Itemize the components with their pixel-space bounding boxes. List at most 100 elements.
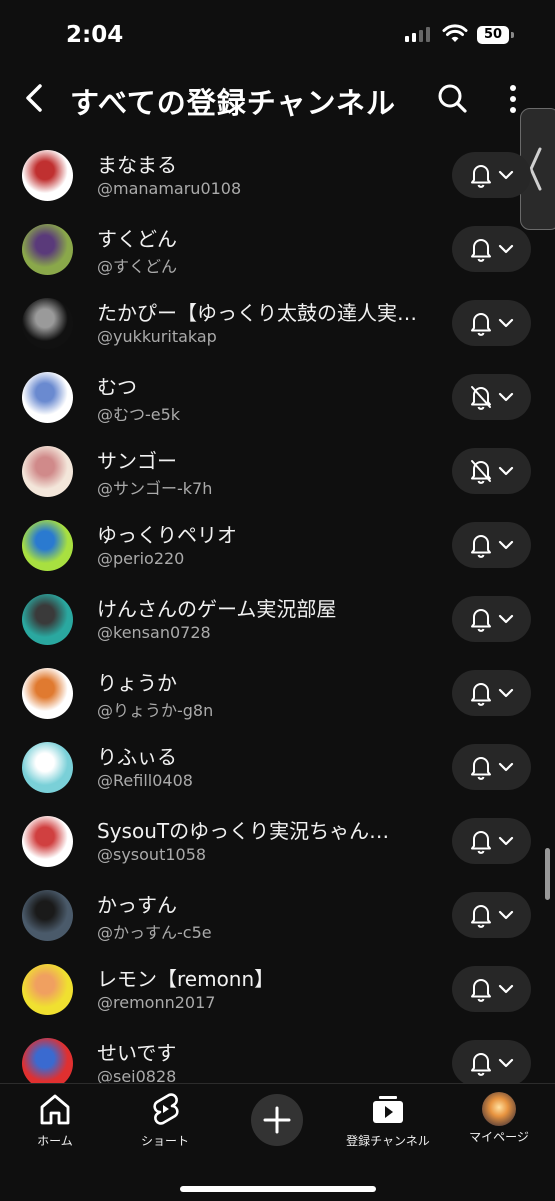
chevron-down-icon xyxy=(498,984,513,994)
battery-indicator: 50 xyxy=(477,26,514,44)
channel-handle: @yukkuritakap xyxy=(97,327,217,346)
chevron-down-icon xyxy=(498,392,513,402)
channel-row[interactable]: サンゴー @サンゴー-k7h xyxy=(0,434,555,508)
bell-icon xyxy=(470,905,491,928)
subscriptions-icon xyxy=(373,1096,403,1123)
channel-avatar[interactable] xyxy=(22,372,73,423)
notification-settings-button[interactable] xyxy=(452,1040,531,1083)
channel-row[interactable]: たかぴー【ゆっくり太鼓の達人実… @yukkuritakap xyxy=(0,286,555,360)
notification-settings-button[interactable] xyxy=(452,152,531,198)
channel-name: まなまる xyxy=(97,153,177,177)
chevron-down-icon xyxy=(498,318,513,328)
more-options-icon[interactable] xyxy=(506,84,520,114)
plus-icon xyxy=(263,1106,291,1134)
channel-avatar[interactable] xyxy=(22,520,73,571)
wifi-icon xyxy=(442,24,468,42)
channel-handle: @sysout1058 xyxy=(97,845,207,864)
bell-icon xyxy=(470,831,491,854)
channel-avatar[interactable] xyxy=(22,668,73,719)
nav-mypage[interactable]: マイページ xyxy=(449,1092,549,1145)
bell-icon xyxy=(470,165,491,188)
channel-avatar[interactable] xyxy=(22,150,73,201)
bell-icon xyxy=(470,683,491,706)
back-icon[interactable] xyxy=(20,82,48,114)
channel-name: レモン【remonn】 xyxy=(97,967,275,991)
channel-avatar[interactable] xyxy=(22,742,73,793)
channel-avatar[interactable] xyxy=(22,594,73,645)
channel-row[interactable]: すくどん @すくどん xyxy=(0,212,555,286)
notification-settings-button[interactable] xyxy=(452,744,531,790)
channel-handle: @kensan0728 xyxy=(97,623,211,642)
channel-name: ゆっくりペリオ xyxy=(97,523,237,547)
channel-name: りふぃる xyxy=(97,745,177,769)
chevron-down-icon xyxy=(498,540,513,550)
bell-icon xyxy=(470,313,491,336)
channel-row[interactable]: かっすん @かっすん-c5e xyxy=(0,878,555,952)
channel-name: りょうか xyxy=(97,671,177,695)
channel-handle: @sei0828 xyxy=(97,1067,177,1083)
bell-icon xyxy=(470,757,491,780)
channel-avatar[interactable] xyxy=(22,298,73,349)
nav-shorts[interactable]: ショート xyxy=(115,1092,215,1149)
notification-settings-button[interactable] xyxy=(452,670,531,716)
channel-handle: @すくどん xyxy=(97,257,178,276)
chevron-down-icon xyxy=(498,614,513,624)
channel-row[interactable]: せいです @sei0828 xyxy=(0,1026,555,1083)
notification-settings-button[interactable] xyxy=(452,596,531,642)
channel-avatar[interactable] xyxy=(22,816,73,867)
channel-row[interactable]: レモン【remonn】 @remonn2017 xyxy=(0,952,555,1026)
bottom-navigation: ホーム ショート 登録チャンネル マイページ xyxy=(0,1083,555,1201)
channel-row[interactable]: りょうか @りょうか-g8n xyxy=(0,656,555,730)
bell-icon xyxy=(470,239,491,262)
channel-name: かっすん xyxy=(97,893,177,917)
notification-settings-button[interactable] xyxy=(452,226,531,272)
channel-handle: @perio220 xyxy=(97,549,185,568)
channel-row[interactable]: けんさんのゲーム実況部屋 @kensan0728 xyxy=(0,582,555,656)
bell-icon xyxy=(470,1053,491,1076)
channel-avatar[interactable] xyxy=(22,224,73,275)
channel-avatar[interactable] xyxy=(22,446,73,497)
home-icon xyxy=(40,1094,70,1125)
channel-avatar[interactable] xyxy=(22,1038,73,1083)
chevron-down-icon xyxy=(498,170,513,180)
channel-row[interactable]: りふぃる @Refill0408 xyxy=(0,730,555,804)
profile-avatar xyxy=(482,1092,516,1126)
header: すべての登録チャンネル xyxy=(0,70,555,130)
status-bar: 2:04 50 xyxy=(0,0,555,70)
notification-settings-button[interactable] xyxy=(452,300,531,346)
notification-settings-button[interactable] xyxy=(452,966,531,1012)
channel-handle: @サンゴー-k7h xyxy=(97,479,213,498)
create-button[interactable] xyxy=(251,1094,303,1146)
notification-settings-button[interactable] xyxy=(452,818,531,864)
search-icon[interactable] xyxy=(436,82,468,114)
channel-name: せいです xyxy=(97,1041,177,1065)
channel-name: けんさんのゲーム実況部屋 xyxy=(97,597,337,621)
notification-settings-button[interactable] xyxy=(452,522,531,568)
notification-settings-button[interactable] xyxy=(452,448,531,494)
chevron-down-icon xyxy=(498,836,513,846)
channel-handle: @かっすん-c5e xyxy=(97,923,212,942)
nav-home[interactable]: ホーム xyxy=(5,1092,105,1149)
channel-avatar[interactable] xyxy=(22,964,73,1015)
channel-name: SysouTのゆっくり実況ちゃん… xyxy=(97,819,390,843)
channel-row[interactable]: SysouTのゆっくり実況ちゃん… @sysout1058 xyxy=(0,804,555,878)
channel-row[interactable]: まなまる @manamaru0108 xyxy=(0,138,555,212)
channel-row[interactable]: むつ @むつ-e5k xyxy=(0,360,555,434)
channel-name: たかぴー【ゆっくり太鼓の達人実… xyxy=(97,301,417,325)
nav-mypage-label: マイページ xyxy=(469,1130,529,1144)
nav-subscriptions-label: 登録チャンネル xyxy=(346,1134,430,1148)
channel-name: すくどん xyxy=(97,227,177,251)
channel-avatar[interactable] xyxy=(22,890,73,941)
chevron-down-icon xyxy=(498,244,513,254)
notification-settings-button[interactable] xyxy=(452,892,531,938)
nav-subscriptions[interactable]: 登録チャンネル xyxy=(338,1092,438,1149)
bell-icon xyxy=(470,979,491,1002)
scrollbar[interactable] xyxy=(545,848,550,900)
channel-handle: @Refill0408 xyxy=(97,771,193,790)
channel-name: むつ xyxy=(97,375,137,399)
channel-row[interactable]: ゆっくりペリオ @perio220 xyxy=(0,508,555,582)
signal-icon xyxy=(405,27,430,42)
bell-icon xyxy=(470,609,491,632)
notification-settings-button[interactable] xyxy=(452,374,531,420)
shorts-icon xyxy=(153,1093,179,1125)
